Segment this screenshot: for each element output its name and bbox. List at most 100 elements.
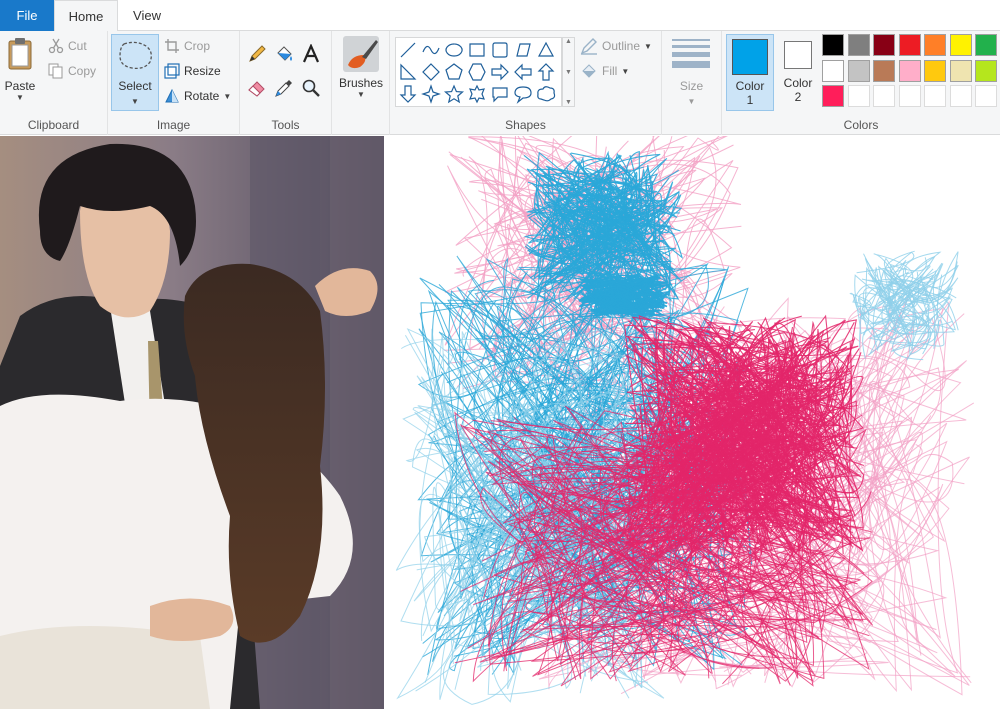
resize-label: Resize — [184, 64, 221, 78]
shape-option[interactable] — [491, 63, 509, 81]
shape-option[interactable] — [537, 41, 555, 57]
shape-option[interactable] — [469, 84, 485, 104]
rotate-icon — [165, 88, 179, 103]
outline-dropdown-icon[interactable]: ▼ — [644, 42, 652, 51]
shapes-gallery — [395, 37, 562, 107]
palette-swatch[interactable] — [924, 34, 946, 56]
shape-option[interactable] — [421, 84, 441, 104]
palette-empty-slot[interactable] — [847, 85, 870, 107]
shape-option[interactable] — [516, 43, 531, 57]
size-group[interactable]: Size ▼ — [662, 31, 722, 135]
palette-swatch[interactable] — [924, 59, 946, 82]
select-button[interactable]: Select ▼ — [111, 34, 159, 111]
palette-empty-slot[interactable] — [975, 85, 997, 107]
palette-swatch[interactable] — [822, 85, 844, 107]
palette-swatch[interactable] — [975, 34, 997, 56]
shape-option[interactable] — [514, 86, 532, 104]
fill-label: Fill — [602, 64, 618, 78]
shape-option[interactable] — [400, 63, 417, 80]
select-dropdown-icon[interactable]: ▼ — [112, 97, 158, 106]
palette-empty-slot[interactable] — [949, 85, 972, 107]
shape-option[interactable] — [492, 42, 508, 58]
brush-icon — [343, 36, 379, 72]
shape-option[interactable] — [445, 43, 463, 57]
paste-icon — [8, 38, 32, 70]
color2-button[interactable]: Color 2 — [776, 34, 820, 111]
shape-option[interactable] — [469, 43, 485, 57]
cut-button[interactable]: Cut — [48, 35, 87, 57]
image-group: Select ▼ Crop Resize Rotate ▼ Image — [108, 31, 240, 135]
magnifier-tool[interactable] — [300, 77, 322, 99]
ribbon: Paste ▼ Cut Copy Clipboard Select ▼ Crop… — [0, 31, 1000, 135]
size-icon — [672, 39, 710, 68]
palette-swatch[interactable] — [847, 34, 870, 56]
color-palette — [822, 34, 1000, 112]
paste-button[interactable]: Paste ▼ — [4, 37, 36, 102]
shape-option[interactable] — [443, 84, 465, 104]
resize-button[interactable]: Resize — [164, 60, 221, 82]
shape-option[interactable] — [445, 63, 463, 80]
brushes-dropdown-icon[interactable]: ▼ — [357, 90, 365, 99]
palette-swatch[interactable] — [873, 59, 895, 82]
drawing-canvas[interactable] — [0, 136, 1000, 709]
size-label: Size — [679, 79, 704, 93]
shape-option[interactable] — [537, 86, 556, 102]
palette-swatch[interactable] — [873, 34, 895, 56]
tab-file[interactable]: File — [0, 0, 54, 31]
palette-swatch[interactable] — [822, 34, 844, 56]
text-icon — [302, 44, 320, 63]
tab-home[interactable]: Home — [54, 0, 118, 32]
shape-option[interactable] — [400, 42, 416, 58]
scroll-up-icon[interactable]: ▲ — [565, 38, 572, 45]
eraser-tool[interactable] — [246, 77, 268, 99]
brushes-button[interactable]: Brushes ▼ — [335, 35, 387, 99]
rotate-dropdown-icon[interactable]: ▼ — [223, 92, 231, 101]
scroll-down-icon[interactable]: ▼ — [565, 69, 572, 76]
select-label: Select — [118, 79, 152, 93]
text-tool[interactable] — [300, 43, 322, 65]
pencil-icon — [249, 45, 266, 62]
sketch-drawing — [395, 136, 975, 705]
shape-option[interactable] — [468, 63, 486, 81]
shapes-gallery-scroll[interactable]: ▲ ▼ ▼ — [562, 37, 575, 107]
shape-option[interactable] — [537, 63, 555, 81]
size-dropdown-icon[interactable]: ▼ — [662, 97, 721, 106]
shape-option[interactable] — [422, 63, 440, 81]
color-picker-tool[interactable] — [273, 77, 295, 99]
fill-dropdown-icon[interactable]: ▼ — [621, 67, 629, 76]
scissors-icon — [48, 38, 64, 54]
copy-button[interactable]: Copy — [48, 60, 96, 82]
shape-option[interactable] — [399, 85, 417, 103]
palette-swatch[interactable] — [975, 59, 997, 82]
crop-icon — [165, 39, 179, 53]
pencil-tool[interactable] — [246, 43, 268, 65]
shape-option[interactable] — [492, 87, 508, 103]
eraser-icon — [248, 81, 265, 97]
resize-icon — [164, 63, 180, 79]
palette-swatch[interactable] — [898, 34, 921, 56]
clipboard-group: Paste ▼ Cut Copy Clipboard — [0, 31, 108, 135]
shape-option[interactable] — [514, 63, 532, 81]
color2-label: Color — [783, 76, 813, 90]
crop-button[interactable]: Crop — [164, 35, 210, 57]
color1-button[interactable]: Color 1 — [726, 34, 774, 111]
more-shapes-icon[interactable]: ▼ — [565, 99, 572, 106]
palette-swatch[interactable] — [822, 59, 844, 82]
rotate-button[interactable]: Rotate ▼ — [164, 85, 231, 107]
palette-empty-slot[interactable] — [873, 85, 895, 107]
outline-button[interactable]: Outline ▼ — [580, 35, 652, 57]
palette-empty-slot[interactable] — [924, 85, 946, 107]
palette-swatch[interactable] — [949, 34, 972, 56]
fill-tool[interactable] — [273, 43, 295, 65]
shape-option[interactable] — [422, 45, 440, 55]
fill-button[interactable]: Fill ▼ — [580, 60, 629, 82]
palette-swatch[interactable] — [847, 59, 870, 82]
palette-empty-slot[interactable] — [898, 85, 921, 107]
reference-photo — [0, 136, 384, 709]
color1-swatch — [732, 39, 768, 75]
palette-swatch[interactable] — [898, 59, 921, 82]
color2-number: 2 — [794, 90, 802, 104]
paste-dropdown-icon[interactable]: ▼ — [16, 93, 24, 102]
palette-swatch[interactable] — [949, 59, 972, 82]
tab-view[interactable]: View — [118, 0, 176, 31]
